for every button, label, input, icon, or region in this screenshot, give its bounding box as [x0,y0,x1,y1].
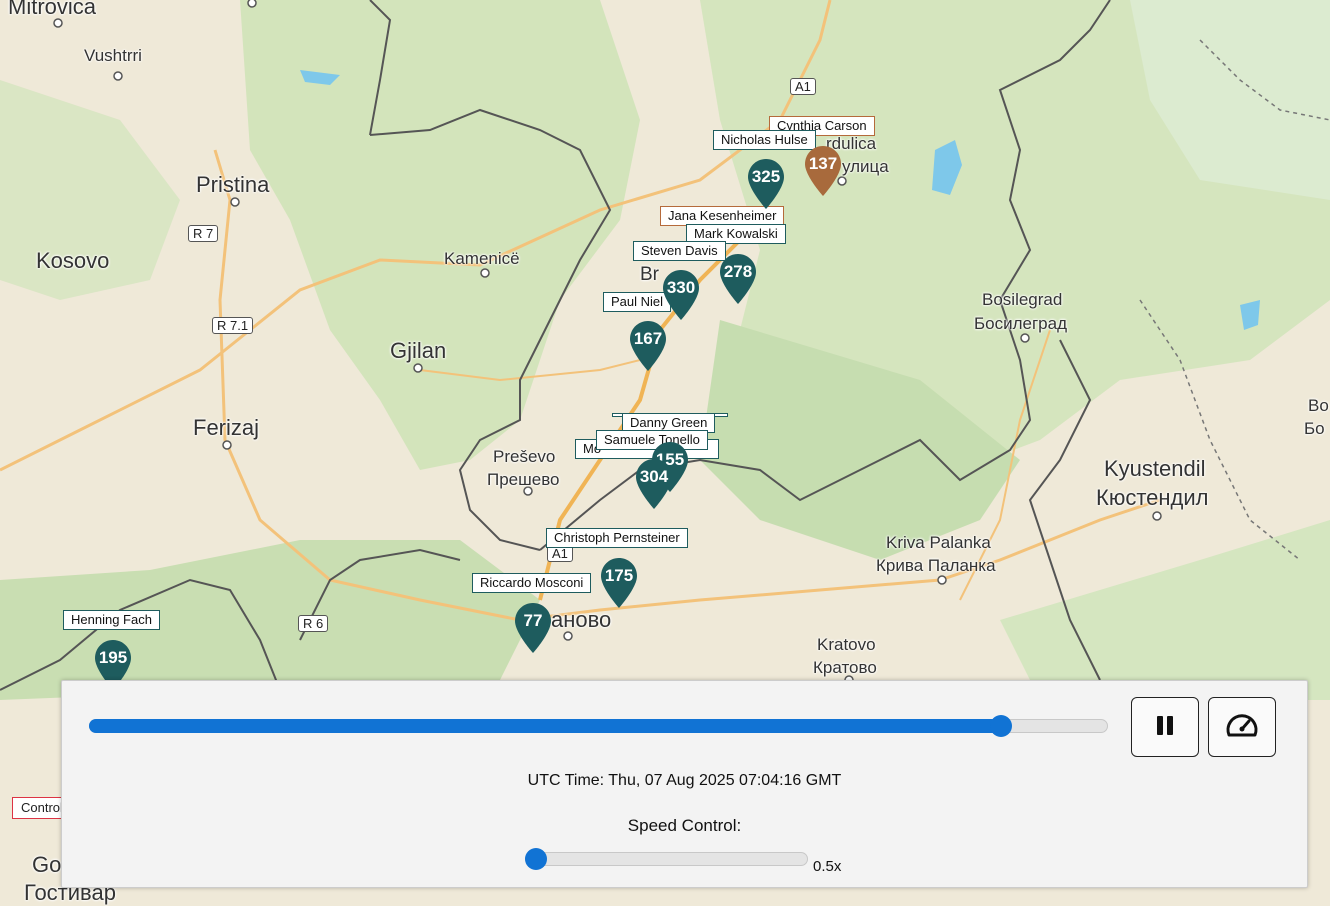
place-presevo: Preševo [493,447,556,466]
marker-175[interactable]: 175 [599,556,639,610]
marker-label: 175 [604,566,634,585]
marker-330[interactable]: 330 [661,268,701,322]
place-gostivar: Go [32,852,62,877]
marker-label: 330 [666,278,696,297]
place-ferizaj: Ferizaj [193,415,260,440]
utc-time: UTC Time: Thu, 07 Aug 2025 07:04:16 GMT [527,772,842,789]
marker-325[interactable]: 325 [746,157,786,211]
pause-button[interactable] [1131,697,1199,757]
road-shield-a1-north: A1 [790,78,816,95]
road-shield-r6: R 6 [298,615,329,632]
speed-value: 0.5x [813,858,842,875]
speed-track [525,852,808,866]
place-bosilegrad-cyr: Босилеград [974,314,1068,333]
place-kratovo-cyr: Кратово [813,658,877,677]
speed-control-label: Speed Control: [627,816,742,835]
timeline-fill [89,719,1001,733]
name-tag-nicholas-hulse[interactable]: Nicholas Hulse [713,130,816,150]
place-bo-right: Bo [1308,396,1329,415]
place-vranje: Br [640,264,659,285]
road-shield-r71: R 7.1 [212,317,254,334]
name-tag-henning-fach[interactable]: Henning Fach [63,610,160,630]
place-gjilan: Gjilan [390,338,447,363]
marker-137[interactable]: 137 [803,144,843,198]
name-tag-steven-davis[interactable]: Steven Davis [633,241,726,261]
place-mitrovica: Mitrovica [8,0,97,19]
name-tag-riccardo-mosconi[interactable]: Riccardo Mosconi [472,573,592,593]
marker-167[interactable]: 167 [628,319,668,373]
marker-label: 77 [523,611,543,630]
place-kumanovo: аново [551,607,612,632]
place-pristina: Pristina [196,172,270,197]
place-kriva-palanka-cyr: Крива Паланка [876,556,996,575]
name-tag-christoph-pernsteiner[interactable]: Christoph Pernsteiner [546,528,688,548]
place-kyustendil-cyr: Кюстендил [1096,485,1209,510]
place-kratovo: Kratovo [817,635,876,654]
place-vushtrri: Vushtrri [84,46,142,65]
marker-278[interactable]: 278 [718,252,758,306]
road-shield-r7: R 7 [188,225,219,242]
marker-label: 137 [808,154,838,173]
place-kamenice: Kamenicë [444,249,520,268]
speedometer-icon [1226,714,1258,737]
marker-label: 304 [639,467,669,486]
speed-button[interactable] [1208,697,1276,757]
place-presevo-cyr: Прешево [487,470,560,489]
marker-label: 278 [723,262,753,281]
timeline-slider[interactable] [89,715,1108,737]
place-surdulica-cyr: улица [842,157,889,176]
place-kriva-palanka: Kriva Palanka [886,533,991,552]
timeline-thumb[interactable] [990,715,1012,737]
speed-thumb[interactable] [525,848,547,870]
marker-label: 167 [633,329,663,348]
playback-panel: UTC Time: Thu, 07 Aug 2025 07:04:16 GMT … [61,680,1308,888]
marker-label: 325 [751,167,781,186]
place-kyustendil: Kyustendil [1104,456,1206,481]
speed-slider[interactable] [525,848,808,870]
marker-77[interactable]: 77 [513,601,553,655]
marker-304[interactable]: 304 [634,457,674,511]
place-bosilegrad: Bosilegrad [982,290,1063,309]
place-kosovo: Kosovo [36,248,110,273]
pause-icon [1157,716,1173,735]
marker-label: 195 [98,648,128,667]
place-bo-right-cyr: Бо [1304,419,1325,438]
